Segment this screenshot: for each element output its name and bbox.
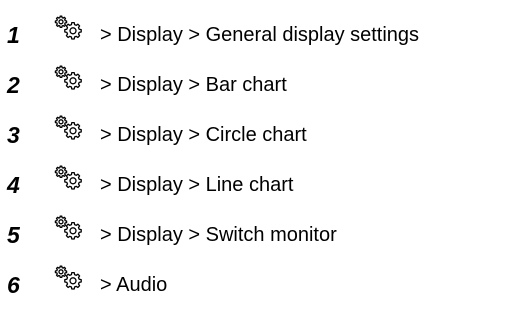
menu-path-steps: 1 > Display > General display settings 2… bbox=[0, 0, 524, 309]
step-number: 2 bbox=[7, 72, 20, 98]
gears-icon bbox=[54, 165, 82, 190]
step-item: 4 > Display > Line chart bbox=[0, 164, 524, 204]
step-menu-path: > Audio bbox=[100, 274, 168, 296]
step-menu-path: > Display > Line chart bbox=[100, 174, 294, 196]
step-menu-path: > Display > Switch monitor bbox=[100, 224, 337, 246]
gears-icon bbox=[54, 15, 82, 40]
step-number: 4 bbox=[7, 172, 20, 198]
gears-icon bbox=[54, 265, 82, 290]
step-menu-path: > Display > General display settings bbox=[100, 24, 420, 46]
step-number: 3 bbox=[7, 122, 20, 148]
step-number: 1 bbox=[7, 22, 20, 48]
step-item: 3 > Display > Circle chart bbox=[0, 114, 524, 154]
step-number: 5 bbox=[7, 222, 20, 248]
step-menu-path: > Display > Bar chart bbox=[100, 74, 287, 96]
step-item: 6 > Audio bbox=[0, 264, 524, 304]
gears-icon bbox=[54, 215, 82, 240]
gears-icon bbox=[54, 115, 82, 140]
step-item: 1 > Display > General display settings bbox=[0, 14, 524, 54]
step-menu-path: > Display > Circle chart bbox=[100, 124, 307, 146]
step-item: 2 > Display > Bar chart bbox=[0, 64, 524, 104]
step-number: 6 bbox=[7, 272, 20, 298]
gears-icon bbox=[54, 65, 82, 90]
step-item: 5 > Display > Switch monitor bbox=[0, 214, 524, 254]
